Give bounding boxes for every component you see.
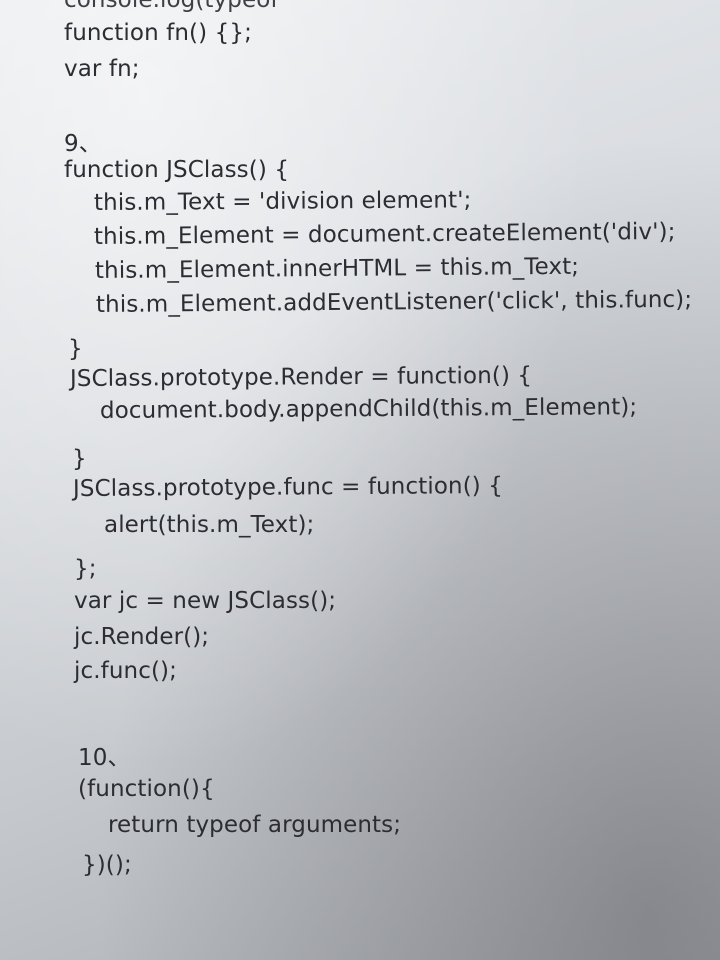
- code-line: function JSClass() {: [64, 157, 290, 183]
- code-line: this.m_Element.addEventListener('click',…: [95, 286, 693, 318]
- code-line: this.m_Element.innerHTML = this.m_Text;: [94, 253, 580, 284]
- code-line: this.m_Text = 'division element';: [93, 187, 472, 216]
- code-line: JSClass.prototype.Render = function() {: [69, 362, 533, 392]
- code-line: function fn() {};: [64, 20, 252, 46]
- code-line: console.log(typeof: [64, 0, 279, 13]
- code-line: }: [72, 446, 87, 472]
- code-line: jc.Render();: [74, 624, 210, 650]
- section-number: 9、: [64, 131, 102, 157]
- code-line: this.m_Element = document.createElement(…: [93, 218, 676, 250]
- code-line: (function(){: [78, 776, 215, 802]
- code-line: document.body.appendChild(this.m_Element…: [99, 394, 638, 424]
- code-line: var fn;: [64, 56, 140, 82]
- code-line: return typeof arguments;: [108, 812, 402, 838]
- section-number: 10、: [78, 745, 131, 771]
- code-line: alert(this.m_Text);: [104, 512, 315, 538]
- code-line: })();: [82, 852, 132, 878]
- code-line: }: [68, 336, 83, 362]
- code-line: JSClass.prototype.func = function() {: [72, 472, 504, 502]
- code-line: };: [74, 556, 97, 582]
- code-line: jc.func();: [74, 658, 177, 684]
- paper-page: console.log(typeof function fn() {}; var…: [0, 0, 720, 960]
- code-line: var jc = new JSClass();: [74, 588, 337, 614]
